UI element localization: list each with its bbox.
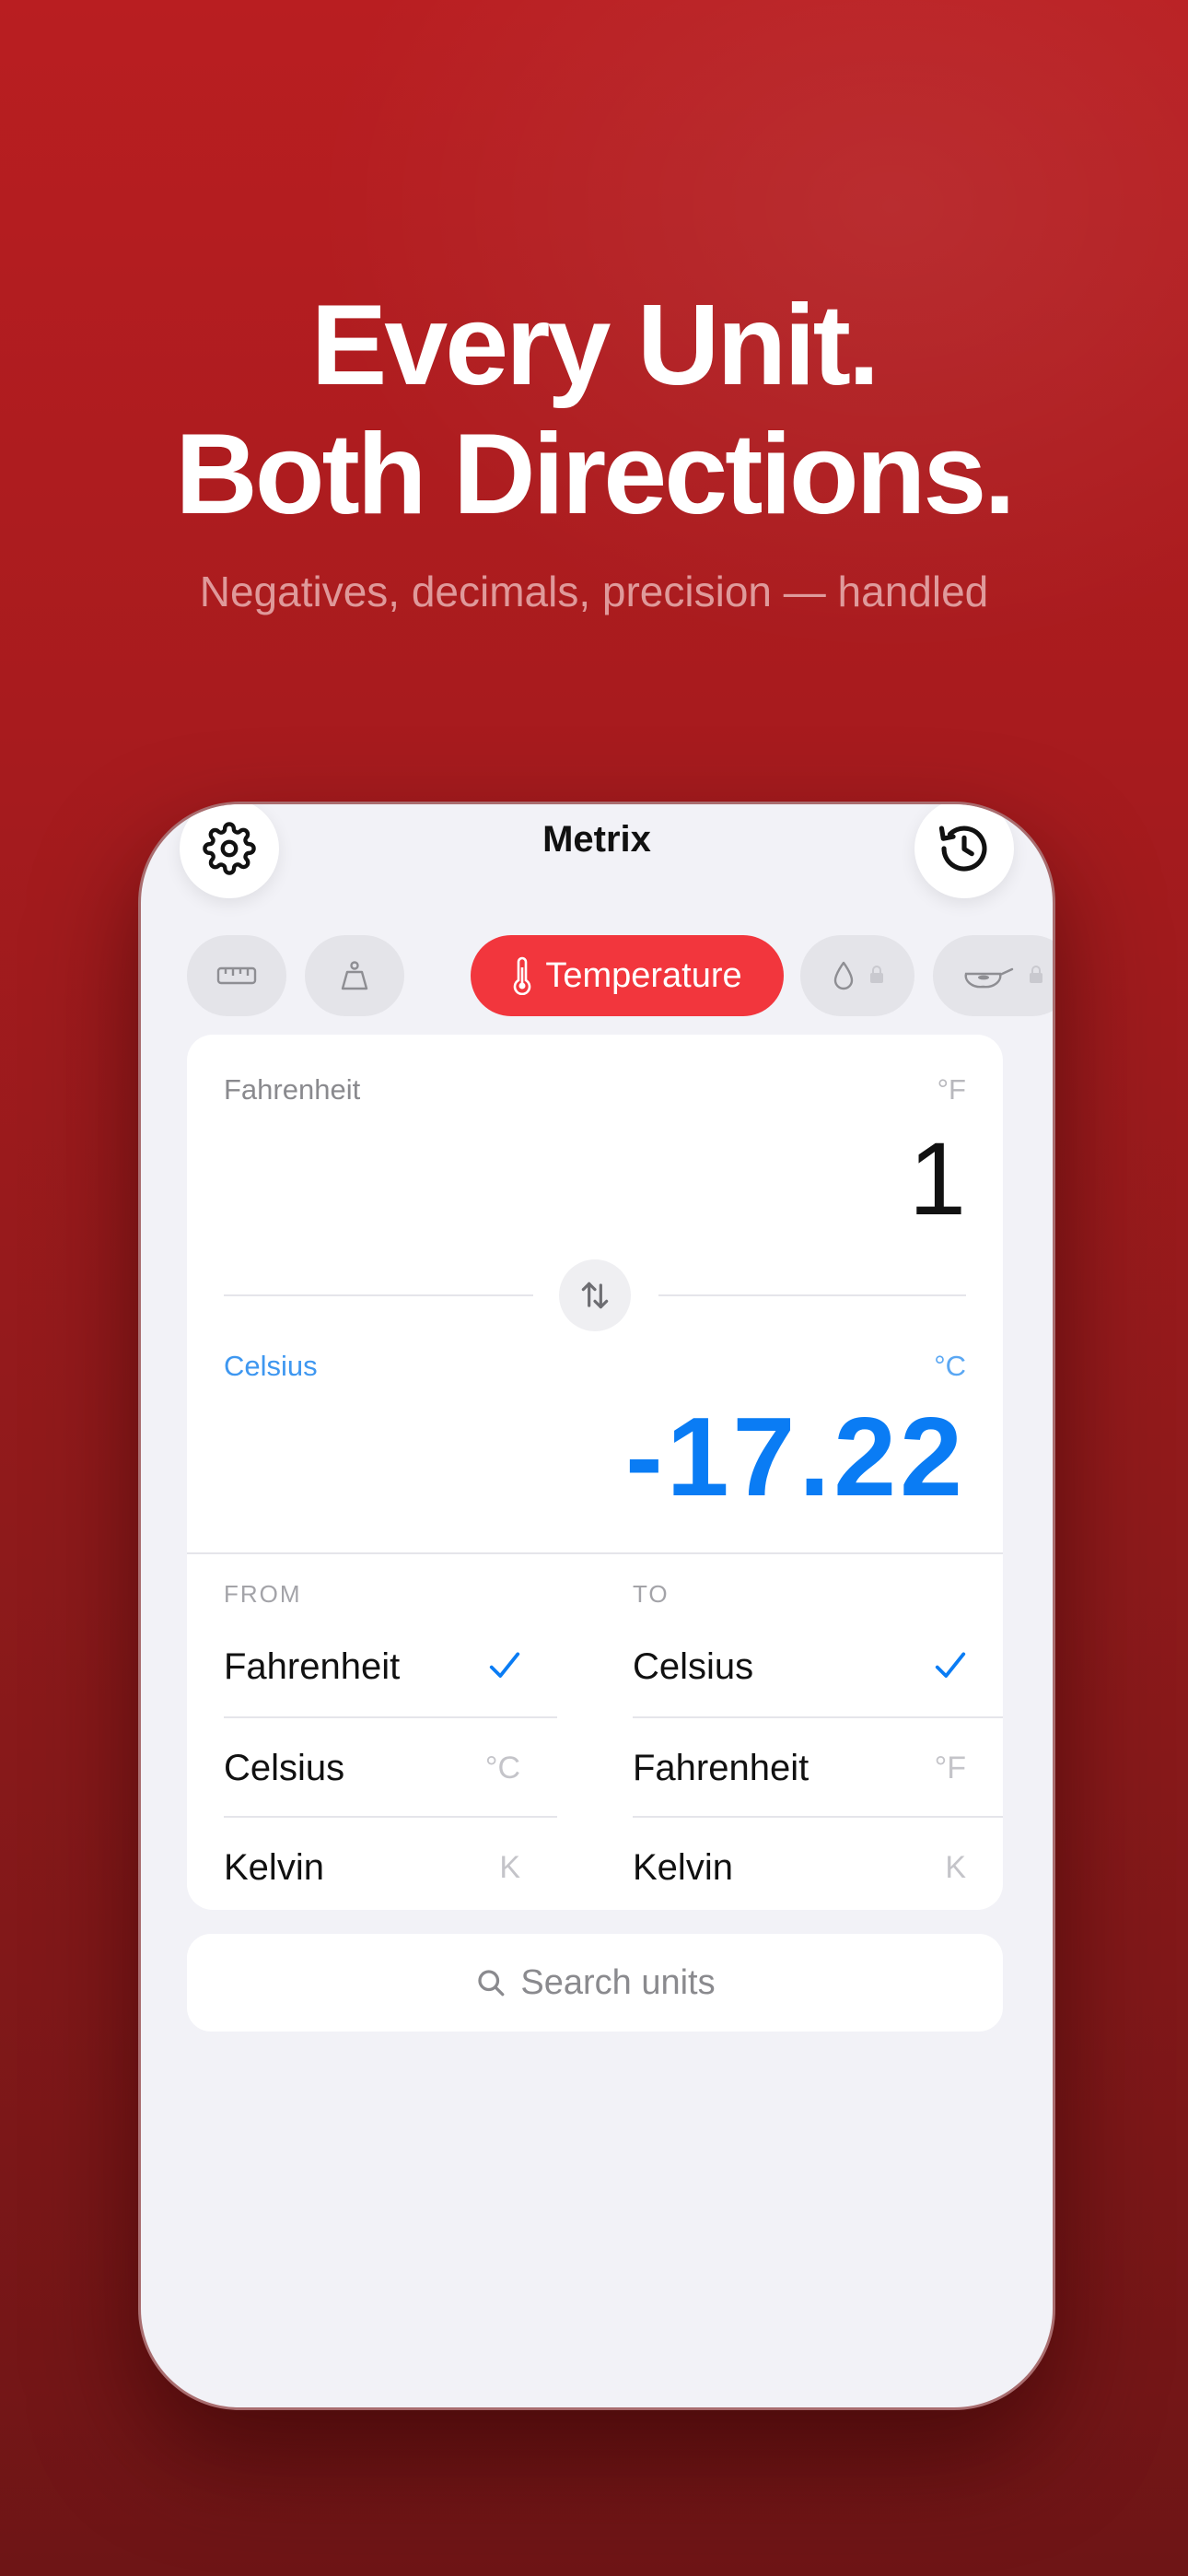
from-option-fahrenheit[interactable]: Fahrenheit (224, 1617, 557, 1716)
swap-button[interactable] (559, 1259, 631, 1331)
converter-card: Fahrenheit °F 1 Celsius °C -17.22 FROM T… (187, 1035, 1003, 1910)
category-weight[interactable] (305, 935, 404, 1016)
hero-subtitle: Negatives, decimals, precision — handled (199, 568, 989, 615)
category-temperature-label: Temperature (545, 955, 742, 995)
result-value: -17.22 (625, 1394, 966, 1519)
search-placeholder: Search units (520, 1962, 716, 2002)
hero-title-line-2: Both Directions. (175, 411, 1016, 538)
from-unit-symbol: °F (937, 1073, 966, 1106)
category-bar: Temperature (187, 935, 1053, 1016)
to-unit-symbol: °C (934, 1350, 966, 1382)
thermometer-icon (514, 956, 531, 995)
search-icon (478, 1970, 505, 1996)
category-volume[interactable] (800, 935, 914, 1016)
option-label: Fahrenheit (224, 1645, 401, 1687)
option-label: Fahrenheit (633, 1747, 809, 1788)
from-unit-label: Fahrenheit (224, 1073, 361, 1106)
category-length[interactable] (187, 935, 286, 1016)
option-symbol: °F (934, 1750, 966, 1786)
option-symbol: °C (484, 1750, 520, 1786)
checkmark-icon (935, 1652, 966, 1678)
category-cooking[interactable] (933, 935, 1053, 1016)
from-column-header: FROM (224, 1580, 302, 1608)
to-unit-label: Celsius (224, 1350, 318, 1382)
search-input[interactable]: Search units (187, 1934, 1003, 2032)
option-symbol: K (945, 1849, 966, 1885)
lock-icon (870, 965, 883, 983)
from-option-kelvin[interactable]: Kelvin K (224, 1818, 557, 1910)
weight-icon (341, 961, 368, 990)
swap-arrows-icon (581, 1282, 609, 1309)
history-button[interactable] (914, 804, 1014, 898)
option-label: Kelvin (224, 1846, 324, 1888)
divider (224, 1294, 533, 1296)
option-symbol: K (499, 1849, 520, 1885)
to-option-fahrenheit[interactable]: Fahrenheit °F (633, 1718, 1003, 1818)
history-icon (938, 825, 987, 872)
from-option-celsius[interactable]: Celsius °C (224, 1718, 557, 1818)
pan-icon (964, 967, 1014, 989)
to-option-celsius[interactable]: Celsius (633, 1617, 1003, 1716)
option-label: Celsius (224, 1747, 345, 1788)
option-label: Kelvin (633, 1846, 733, 1888)
divider (187, 1552, 1003, 1554)
divider (658, 1294, 966, 1296)
category-temperature[interactable]: Temperature (471, 935, 784, 1016)
lock-icon (1030, 965, 1042, 983)
ruler-icon (216, 966, 257, 985)
hero-title: Every Unit. Both Directions. (0, 281, 1188, 539)
from-value-input[interactable]: 1 (909, 1119, 966, 1238)
to-column-header: TO (633, 1580, 670, 1608)
phone-screen: Metrix Temperature Fahrenheit °F 1 Celsi… (138, 802, 1055, 2410)
hero-title-line-1: Every Unit. (310, 282, 880, 409)
checkmark-icon (489, 1652, 520, 1678)
option-label: Celsius (633, 1645, 754, 1687)
drop-icon (833, 961, 854, 990)
to-option-kelvin[interactable]: Kelvin K (633, 1818, 1003, 1910)
